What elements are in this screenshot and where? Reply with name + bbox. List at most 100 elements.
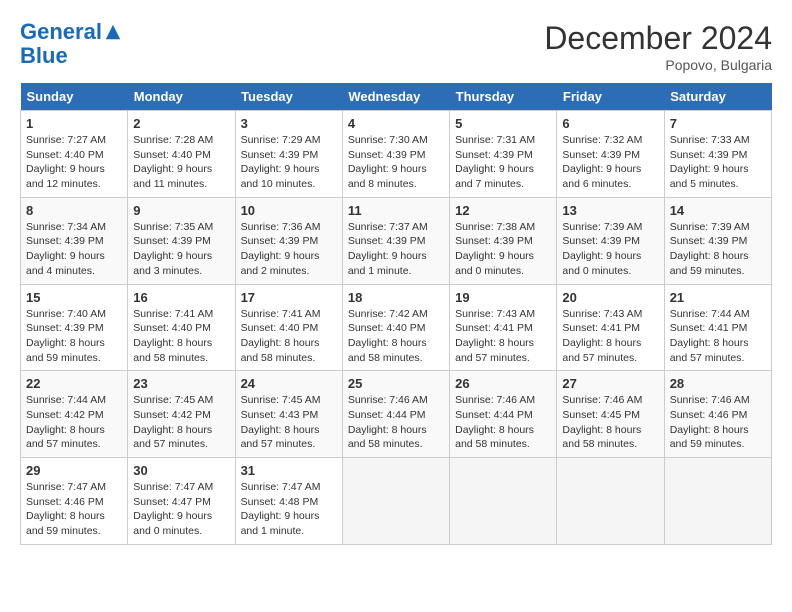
header-cell-thursday: Thursday: [450, 83, 557, 111]
day-number: 11: [348, 203, 444, 218]
day-info: Sunrise: 7:41 AM Sunset: 4:40 PM Dayligh…: [241, 307, 337, 366]
sunset-label: Sunset: 4:41 PM: [670, 322, 748, 334]
day-number: 22: [26, 376, 122, 391]
day-number: 5: [455, 116, 551, 131]
sunrise-label: Sunrise: 7:43 AM: [455, 308, 535, 320]
sunrise-label: Sunrise: 7:37 AM: [348, 221, 428, 233]
day-number: 28: [670, 376, 766, 391]
calendar-cell: 13 Sunrise: 7:39 AM Sunset: 4:39 PM Dayl…: [557, 197, 664, 284]
sunset-label: Sunset: 4:39 PM: [562, 149, 640, 161]
logo: General Blue: [20, 20, 122, 68]
daylight-label: Daylight: 8 hours and 59 minutes.: [26, 337, 105, 364]
logo-blue-text: Blue: [20, 44, 122, 68]
header-cell-monday: Monday: [128, 83, 235, 111]
calendar-cell: 11 Sunrise: 7:37 AM Sunset: 4:39 PM Dayl…: [342, 197, 449, 284]
sunset-label: Sunset: 4:40 PM: [26, 149, 104, 161]
day-number: 12: [455, 203, 551, 218]
daylight-label: Daylight: 9 hours and 4 minutes.: [26, 250, 105, 277]
daylight-label: Daylight: 8 hours and 58 minutes.: [455, 424, 534, 451]
sunrise-label: Sunrise: 7:47 AM: [241, 481, 321, 493]
daylight-label: Daylight: 9 hours and 6 minutes.: [562, 163, 641, 190]
calendar-cell: 10 Sunrise: 7:36 AM Sunset: 4:39 PM Dayl…: [235, 197, 342, 284]
daylight-label: Daylight: 9 hours and 12 minutes.: [26, 163, 105, 190]
calendar-cell: 12 Sunrise: 7:38 AM Sunset: 4:39 PM Dayl…: [450, 197, 557, 284]
daylight-label: Daylight: 9 hours and 7 minutes.: [455, 163, 534, 190]
week-row-3: 15 Sunrise: 7:40 AM Sunset: 4:39 PM Dayl…: [21, 284, 772, 371]
sunrise-label: Sunrise: 7:47 AM: [26, 481, 106, 493]
calendar-cell: 31 Sunrise: 7:47 AM Sunset: 4:48 PM Dayl…: [235, 458, 342, 545]
day-info: Sunrise: 7:32 AM Sunset: 4:39 PM Dayligh…: [562, 133, 658, 192]
day-number: 17: [241, 290, 337, 305]
header-row: SundayMondayTuesdayWednesdayThursdayFrid…: [21, 83, 772, 111]
sunrise-label: Sunrise: 7:38 AM: [455, 221, 535, 233]
day-info: Sunrise: 7:42 AM Sunset: 4:40 PM Dayligh…: [348, 307, 444, 366]
day-number: 26: [455, 376, 551, 391]
calendar-cell: 7 Sunrise: 7:33 AM Sunset: 4:39 PM Dayli…: [664, 111, 771, 198]
sunrise-label: Sunrise: 7:41 AM: [133, 308, 213, 320]
sunset-label: Sunset: 4:39 PM: [455, 235, 533, 247]
sunrise-label: Sunrise: 7:36 AM: [241, 221, 321, 233]
sunrise-label: Sunrise: 7:40 AM: [26, 308, 106, 320]
calendar-cell: 24 Sunrise: 7:45 AM Sunset: 4:43 PM Dayl…: [235, 371, 342, 458]
sunset-label: Sunset: 4:39 PM: [348, 149, 426, 161]
sunrise-label: Sunrise: 7:39 AM: [670, 221, 750, 233]
calendar-cell: 6 Sunrise: 7:32 AM Sunset: 4:39 PM Dayli…: [557, 111, 664, 198]
sunset-label: Sunset: 4:39 PM: [241, 235, 319, 247]
day-number: 4: [348, 116, 444, 131]
daylight-label: Daylight: 9 hours and 0 minutes.: [562, 250, 641, 277]
day-number: 6: [562, 116, 658, 131]
calendar-cell: 28 Sunrise: 7:46 AM Sunset: 4:46 PM Dayl…: [664, 371, 771, 458]
sunset-label: Sunset: 4:39 PM: [348, 235, 426, 247]
day-info: Sunrise: 7:40 AM Sunset: 4:39 PM Dayligh…: [26, 307, 122, 366]
day-number: 8: [26, 203, 122, 218]
sunrise-label: Sunrise: 7:47 AM: [133, 481, 213, 493]
calendar-cell: 3 Sunrise: 7:29 AM Sunset: 4:39 PM Dayli…: [235, 111, 342, 198]
sunset-label: Sunset: 4:42 PM: [133, 409, 211, 421]
day-number: 15: [26, 290, 122, 305]
day-info: Sunrise: 7:43 AM Sunset: 4:41 PM Dayligh…: [455, 307, 551, 366]
daylight-label: Daylight: 9 hours and 2 minutes.: [241, 250, 320, 277]
day-info: Sunrise: 7:34 AM Sunset: 4:39 PM Dayligh…: [26, 220, 122, 279]
day-info: Sunrise: 7:47 AM Sunset: 4:47 PM Dayligh…: [133, 480, 229, 539]
sunrise-label: Sunrise: 7:44 AM: [26, 394, 106, 406]
sunset-label: Sunset: 4:48 PM: [241, 496, 319, 508]
day-number: 7: [670, 116, 766, 131]
day-info: Sunrise: 7:45 AM Sunset: 4:42 PM Dayligh…: [133, 393, 229, 452]
day-number: 9: [133, 203, 229, 218]
calendar-cell: 29 Sunrise: 7:47 AM Sunset: 4:46 PM Dayl…: [21, 458, 128, 545]
sunset-label: Sunset: 4:39 PM: [562, 235, 640, 247]
day-number: 20: [562, 290, 658, 305]
calendar-cell: 23 Sunrise: 7:45 AM Sunset: 4:42 PM Dayl…: [128, 371, 235, 458]
sunrise-label: Sunrise: 7:45 AM: [241, 394, 321, 406]
day-info: Sunrise: 7:28 AM Sunset: 4:40 PM Dayligh…: [133, 133, 229, 192]
day-info: Sunrise: 7:47 AM Sunset: 4:46 PM Dayligh…: [26, 480, 122, 539]
daylight-label: Daylight: 8 hours and 58 minutes.: [562, 424, 641, 451]
sunrise-label: Sunrise: 7:28 AM: [133, 134, 213, 146]
sunset-label: Sunset: 4:46 PM: [670, 409, 748, 421]
day-info: Sunrise: 7:37 AM Sunset: 4:39 PM Dayligh…: [348, 220, 444, 279]
calendar-cell: 4 Sunrise: 7:30 AM Sunset: 4:39 PM Dayli…: [342, 111, 449, 198]
sunrise-label: Sunrise: 7:43 AM: [562, 308, 642, 320]
sunset-label: Sunset: 4:44 PM: [348, 409, 426, 421]
day-number: 14: [670, 203, 766, 218]
calendar-cell: 9 Sunrise: 7:35 AM Sunset: 4:39 PM Dayli…: [128, 197, 235, 284]
daylight-label: Daylight: 9 hours and 0 minutes.: [455, 250, 534, 277]
sunset-label: Sunset: 4:45 PM: [562, 409, 640, 421]
sunset-label: Sunset: 4:41 PM: [562, 322, 640, 334]
sunrise-label: Sunrise: 7:39 AM: [562, 221, 642, 233]
sunset-label: Sunset: 4:44 PM: [455, 409, 533, 421]
daylight-label: Daylight: 8 hours and 59 minutes.: [670, 250, 749, 277]
day-number: 3: [241, 116, 337, 131]
daylight-label: Daylight: 9 hours and 1 minute.: [348, 250, 427, 277]
sunset-label: Sunset: 4:40 PM: [348, 322, 426, 334]
day-info: Sunrise: 7:35 AM Sunset: 4:39 PM Dayligh…: [133, 220, 229, 279]
sunset-label: Sunset: 4:40 PM: [133, 322, 211, 334]
daylight-label: Daylight: 8 hours and 57 minutes.: [26, 424, 105, 451]
day-info: Sunrise: 7:38 AM Sunset: 4:39 PM Dayligh…: [455, 220, 551, 279]
day-number: 1: [26, 116, 122, 131]
day-number: 10: [241, 203, 337, 218]
calendar-cell: 14 Sunrise: 7:39 AM Sunset: 4:39 PM Dayl…: [664, 197, 771, 284]
calendar-cell: 2 Sunrise: 7:28 AM Sunset: 4:40 PM Dayli…: [128, 111, 235, 198]
day-number: 19: [455, 290, 551, 305]
daylight-label: Daylight: 9 hours and 0 minutes.: [133, 510, 212, 537]
